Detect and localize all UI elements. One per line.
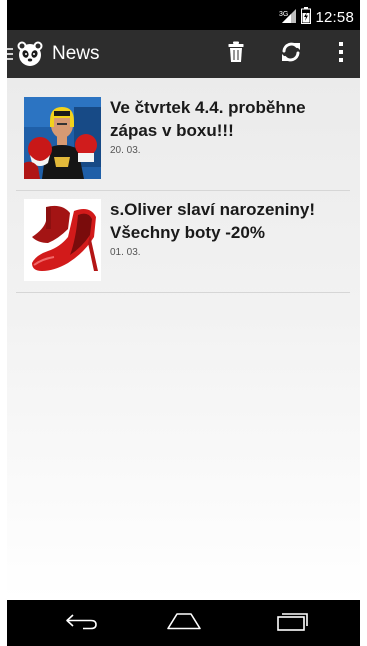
news-date: 01. 03. [110, 247, 141, 258]
refresh-icon [279, 40, 303, 68]
back-icon [65, 612, 99, 634]
home-icon [166, 612, 202, 634]
trash-icon [228, 41, 244, 67]
battery-icon [301, 7, 312, 28]
boxer-photo [24, 97, 101, 179]
navigation-bar [7, 600, 360, 646]
overflow-menu-icon [338, 41, 344, 67]
news-title: Ve čtvrtek 4.4. proběhne zápas v boxu!!! [110, 98, 306, 140]
news-date: 20. 03. [110, 145, 141, 156]
network-type-label: 3G [279, 11, 288, 18]
drawer-menu-icon [7, 48, 13, 60]
home-up-button[interactable] [7, 30, 44, 78]
news-list: Ve čtvrtek 4.4. proběhne zápas v boxu!!!… [16, 90, 350, 293]
signal-icon: 3G [279, 8, 297, 28]
news-content: Ve čtvrtek 4.4. proběhne zápas v boxu!!!… [7, 78, 360, 600]
back-button[interactable] [47, 600, 117, 646]
status-bar: 3G 12:58 [7, 0, 360, 30]
clock: 12:58 [315, 9, 354, 26]
red-shoe-photo [24, 199, 101, 281]
recents-icon [275, 611, 309, 635]
list-item[interactable]: Ve čtvrtek 4.4. proběhne zápas v boxu!!!… [16, 90, 350, 191]
phone-screen: 3G 12:58 News Ve čtvrtek 4.4. proběhne z… [7, 0, 360, 646]
refresh-button[interactable] [269, 30, 313, 78]
panda-logo-icon [16, 40, 44, 68]
recents-button[interactable] [257, 600, 327, 646]
action-bar: News [7, 30, 360, 78]
list-item[interactable]: s.Oliver slaví narozeniny! Všechny boty … [16, 192, 350, 293]
news-title: s.Oliver slaví narozeniny! Všechny boty … [110, 200, 316, 242]
home-button[interactable] [149, 600, 219, 646]
overflow-menu-button[interactable] [323, 30, 359, 78]
delete-button[interactable] [214, 30, 258, 78]
status-icons: 3G 12:58 [279, 7, 354, 28]
action-bar-title: News [52, 43, 100, 64]
